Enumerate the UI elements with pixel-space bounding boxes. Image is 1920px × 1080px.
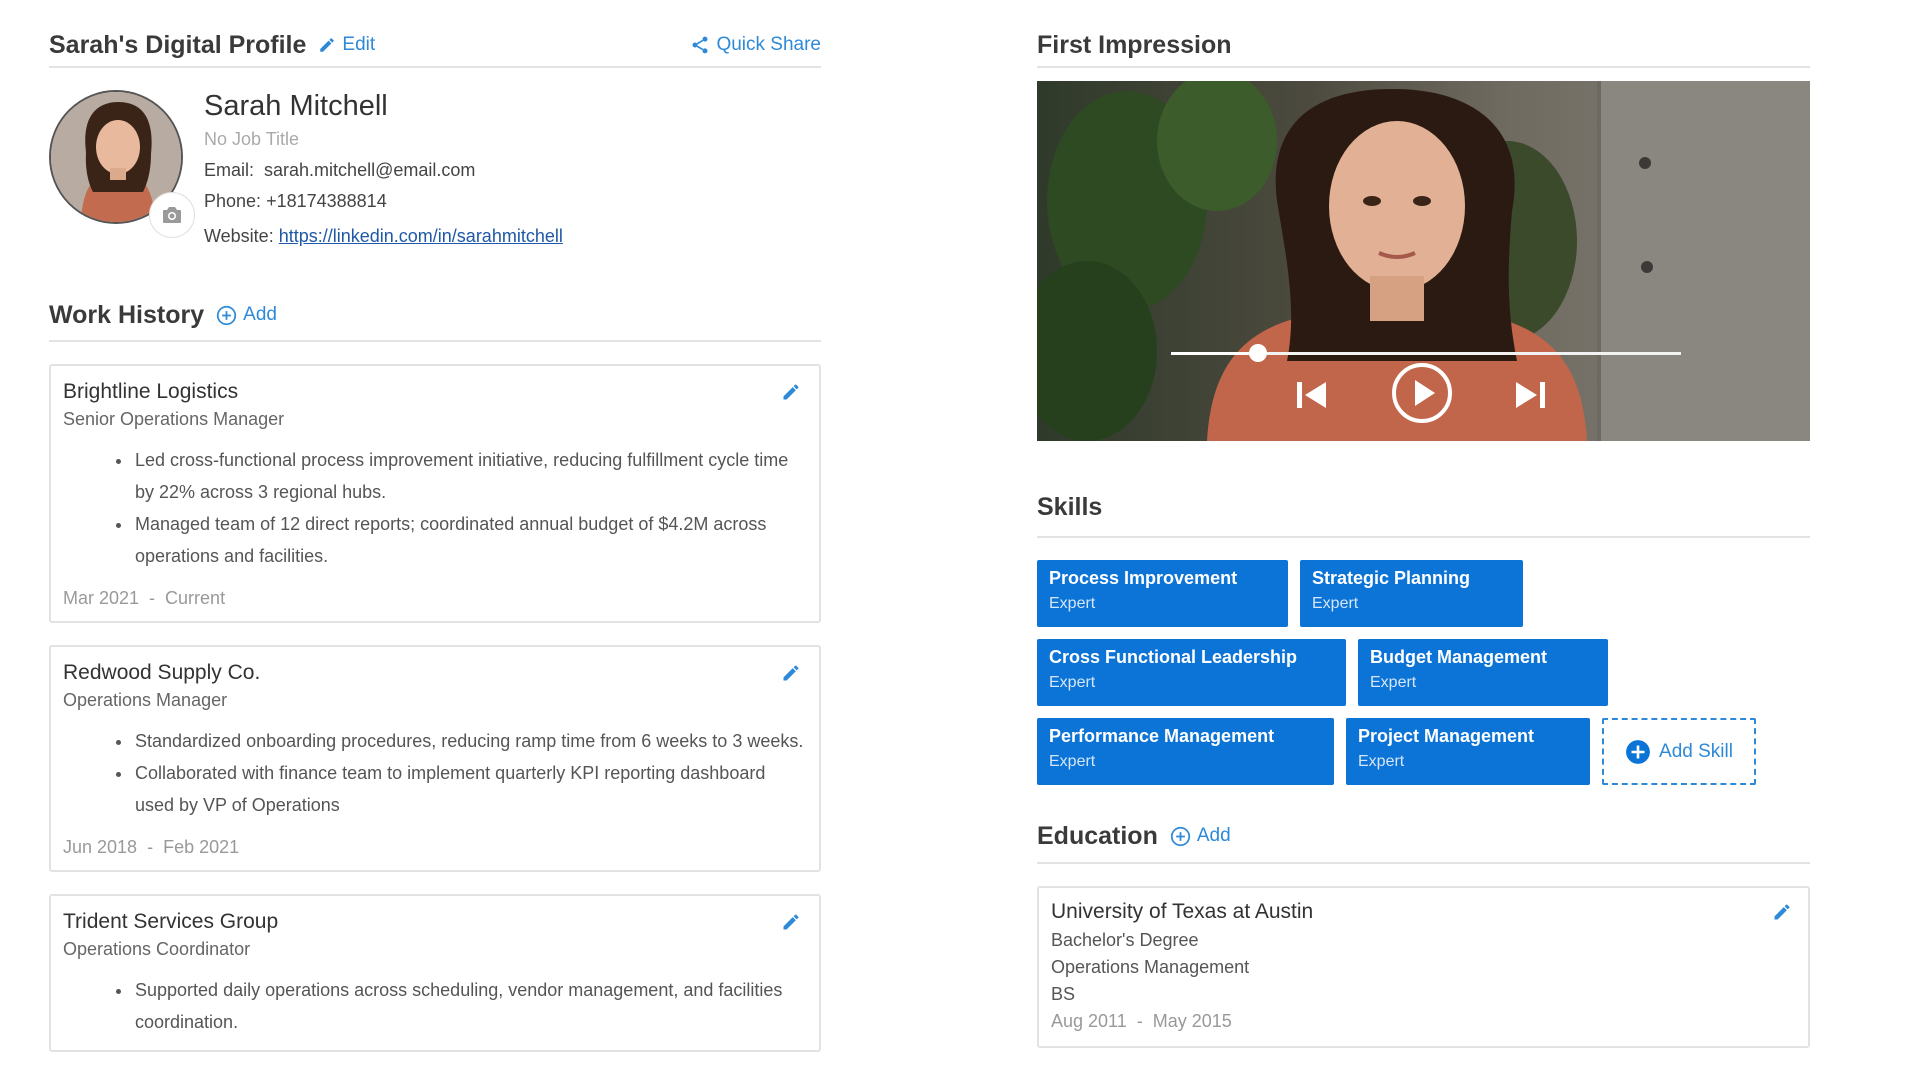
job-card: Trident Services Group Operations Coordi…	[49, 894, 821, 1052]
job-card: Brightline Logistics Senior Operations M…	[49, 364, 821, 623]
job-bullet: Led cross-functional process improvement…	[133, 444, 807, 508]
edu-degree: Bachelor's Degree	[1051, 930, 1199, 950]
video-progress-bar[interactable]	[1171, 344, 1681, 362]
edit-profile-button[interactable]: Edit	[318, 34, 375, 56]
job-company: Brightline Logistics	[63, 380, 239, 403]
profile-header: Sarah's Digital Profile Edit Quick Share	[49, 0, 821, 68]
edu-field: Operations Management	[1051, 957, 1250, 977]
job-dates: Mar 2021 - Current	[63, 588, 226, 608]
work-history-title: Work History	[49, 300, 205, 329]
skill-chip[interactable]: Project Management Expert	[1346, 718, 1590, 785]
job-dates: Jun 2018 - Feb 2021	[63, 837, 240, 857]
video-progress-fill	[1171, 352, 1258, 355]
skill-chip[interactable]: Performance Management Expert	[1037, 718, 1334, 785]
profile-info: Sarah Mitchell No Job Title Email: sarah…	[204, 90, 563, 247]
plus-circle-icon	[1626, 739, 1650, 764]
job-company: Redwood Supply Co.	[63, 661, 261, 684]
skill-row: Process Improvement Expert Strategic Pla…	[1037, 560, 1810, 627]
page-title: Sarah's Digital Profile	[49, 30, 307, 59]
skill-chip[interactable]: Budget Management Expert	[1358, 639, 1608, 706]
next-button[interactable]	[1513, 378, 1547, 412]
job-role: Operations Manager	[63, 690, 228, 710]
job-bullet: Managed team of 12 direct reports; coord…	[133, 508, 807, 572]
profile-column: Sarah's Digital Profile Edit Quick Share	[49, 0, 821, 1080]
phone-value: +18174388814	[266, 191, 387, 211]
video-progress-handle[interactable]	[1248, 344, 1267, 362]
profile-name: Sarah Mitchell	[204, 90, 388, 122]
work-history-header: Work History Add	[49, 282, 821, 342]
job-company: Trident Services Group	[63, 910, 279, 933]
skill-chip[interactable]: Process Improvement Expert	[1037, 560, 1288, 627]
camera-icon	[163, 207, 181, 223]
intro-video-player[interactable]	[1037, 81, 1810, 441]
profile-phone: Phone: +18174388814	[204, 191, 387, 211]
skip-forward-icon	[1516, 382, 1545, 408]
website-link[interactable]: https://linkedin.com/in/sarahmitchell	[279, 226, 563, 246]
first-impression-header: First Impression	[1037, 0, 1810, 68]
skills-header: Skills	[1037, 470, 1810, 538]
email-value: sarah.mitchell@email.com	[264, 160, 476, 180]
pencil-icon[interactable]	[781, 663, 801, 683]
skills-list: Process Improvement Expert Strategic Pla…	[1037, 560, 1810, 797]
skill-row: Performance Management Expert Project Ma…	[1037, 718, 1810, 785]
pencil-icon[interactable]	[781, 382, 801, 402]
share-icon	[692, 36, 708, 54]
previous-button[interactable]	[1295, 378, 1329, 412]
play-button[interactable]	[1391, 362, 1453, 424]
plus-circle-icon	[217, 305, 237, 325]
add-education-button[interactable]: Add	[1170, 825, 1231, 847]
education-header: Education Add	[1037, 810, 1810, 864]
change-photo-button[interactable]	[149, 192, 195, 238]
job-role: Operations Coordinator	[63, 939, 251, 959]
job-bullets: Supported daily operations across schedu…	[133, 974, 807, 1038]
job-role: Senior Operations Manager	[63, 409, 285, 429]
edu-abbrev: BS	[1051, 984, 1076, 1004]
add-skill-button[interactable]: Add Skill	[1602, 718, 1756, 785]
profile-email: Email: sarah.mitchell@email.com	[204, 160, 476, 180]
skill-chip[interactable]: Strategic Planning Expert	[1300, 560, 1523, 627]
job-bullet: Collaborated with finance team to implem…	[133, 757, 807, 821]
edit-label: Edit	[342, 34, 376, 55]
pencil-icon[interactable]	[781, 912, 801, 932]
education-card: University of Texas at Austin Bachelor's…	[1037, 886, 1810, 1048]
pencil-icon	[320, 38, 335, 52]
profile-job-title: No Job Title	[204, 129, 300, 149]
skills-title: Skills	[1037, 493, 1103, 521]
job-bullets: Led cross-functional process improvement…	[133, 444, 807, 572]
job-bullet: Standardized onboarding procedures, redu…	[133, 725, 807, 757]
skip-back-icon	[1297, 382, 1326, 408]
play-icon	[1392, 363, 1452, 423]
job-bullet: Supported daily operations across schedu…	[133, 974, 807, 1038]
job-card: Redwood Supply Co. Operations Manager St…	[49, 645, 821, 872]
media-column: First Impression Skills Process Improvem…	[1037, 0, 1810, 1080]
edu-dates: Aug 2011 - May 2015	[1051, 1011, 1232, 1031]
quick-share-button[interactable]: Quick Share	[690, 34, 821, 56]
education-title: Education	[1037, 821, 1158, 850]
first-impression-title: First Impression	[1037, 30, 1232, 59]
add-work-button[interactable]: Add	[216, 304, 277, 326]
skill-row: Cross Functional Leadership Expert Budge…	[1037, 639, 1810, 706]
skill-chip[interactable]: Cross Functional Leadership Expert	[1037, 639, 1346, 706]
edu-school: University of Texas at Austin	[1051, 900, 1314, 923]
job-bullets: Standardized onboarding procedures, redu…	[133, 725, 807, 821]
profile-card: Sarah Mitchell No Job Title Email: sarah…	[49, 68, 821, 282]
plus-circle-icon	[1170, 826, 1190, 846]
profile-website: Website: https://linkedin.com/in/sarahmi…	[204, 226, 563, 246]
pencil-icon[interactable]	[1772, 902, 1792, 922]
quick-share-label: Quick Share	[716, 34, 821, 55]
